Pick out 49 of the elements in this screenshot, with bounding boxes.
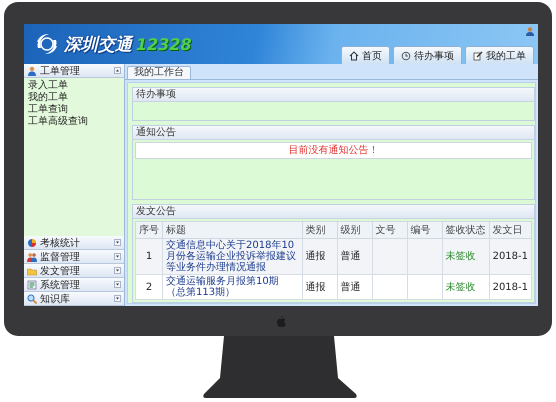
home-icon <box>349 50 359 60</box>
people-icon <box>27 252 37 262</box>
table-cell: 未签收 <box>442 238 490 274</box>
person-icon <box>27 66 37 76</box>
magnifier-icon <box>27 294 37 304</box>
pencil-icon <box>473 50 483 60</box>
panel-title: 待办事项 <box>133 88 534 102</box>
swirl-logo-icon <box>34 32 60 56</box>
column-header: 类别 <box>302 222 338 238</box>
column-header: 编号 <box>407 222 442 238</box>
section-header[interactable]: 工单管理 <box>24 64 124 78</box>
settings-list-icon <box>27 280 37 290</box>
nav-tab[interactable]: 待办事项 <box>393 46 462 64</box>
table-cell: 2018-1 <box>489 274 532 300</box>
menu-item[interactable]: 工单查询 <box>28 104 68 116</box>
table-cell: 普通 <box>337 274 372 300</box>
column-header: 标题 <box>162 222 302 238</box>
column-header: 发文日 <box>489 222 532 238</box>
table-cell: 未签收 <box>442 274 490 300</box>
logo-text: 深圳交通 <box>64 34 132 56</box>
section-header[interactable]: 发文管理 <box>24 264 124 278</box>
section-header[interactable]: 系统管理 <box>24 278 124 292</box>
table-cell: 普通 <box>337 238 372 274</box>
column-header: 序号 <box>136 222 162 238</box>
table-cell: 2 <box>136 274 162 300</box>
logo-number: 12328 <box>136 34 192 54</box>
menu-item[interactable]: 工单高级查询 <box>28 116 88 128</box>
section-header[interactable]: 监督管理 <box>24 250 124 264</box>
nav-tab[interactable]: 我的工单 <box>465 46 534 64</box>
table-cell: 通报 <box>302 238 338 274</box>
table-cell: 通报 <box>302 274 338 300</box>
table-cell: 1 <box>136 238 162 274</box>
workspace-tab[interactable]: 我的工作台 <box>127 66 191 79</box>
table-cell: 2018-1 <box>489 238 532 274</box>
menu-item[interactable]: 录入工单 <box>28 80 68 92</box>
section-header[interactable]: 知识库 <box>24 292 124 306</box>
column-header: 文号 <box>372 222 408 238</box>
panel-title: 发文公告 <box>133 205 534 219</box>
apple-icon <box>276 316 286 326</box>
column-header: 级别 <box>337 222 372 238</box>
column-header: 签收状态 <box>442 222 490 238</box>
section-header[interactable]: 考核统计 <box>24 236 124 250</box>
menu-item[interactable]: 我的工单 <box>28 92 68 104</box>
notice-message: 目前没有通知公告！ <box>135 142 532 159</box>
chart-icon <box>27 238 37 248</box>
user-icon <box>526 27 534 36</box>
clock-icon <box>401 50 411 60</box>
nav-tab[interactable]: 首页 <box>341 46 390 64</box>
panel-title: 通知公告 <box>133 126 534 140</box>
